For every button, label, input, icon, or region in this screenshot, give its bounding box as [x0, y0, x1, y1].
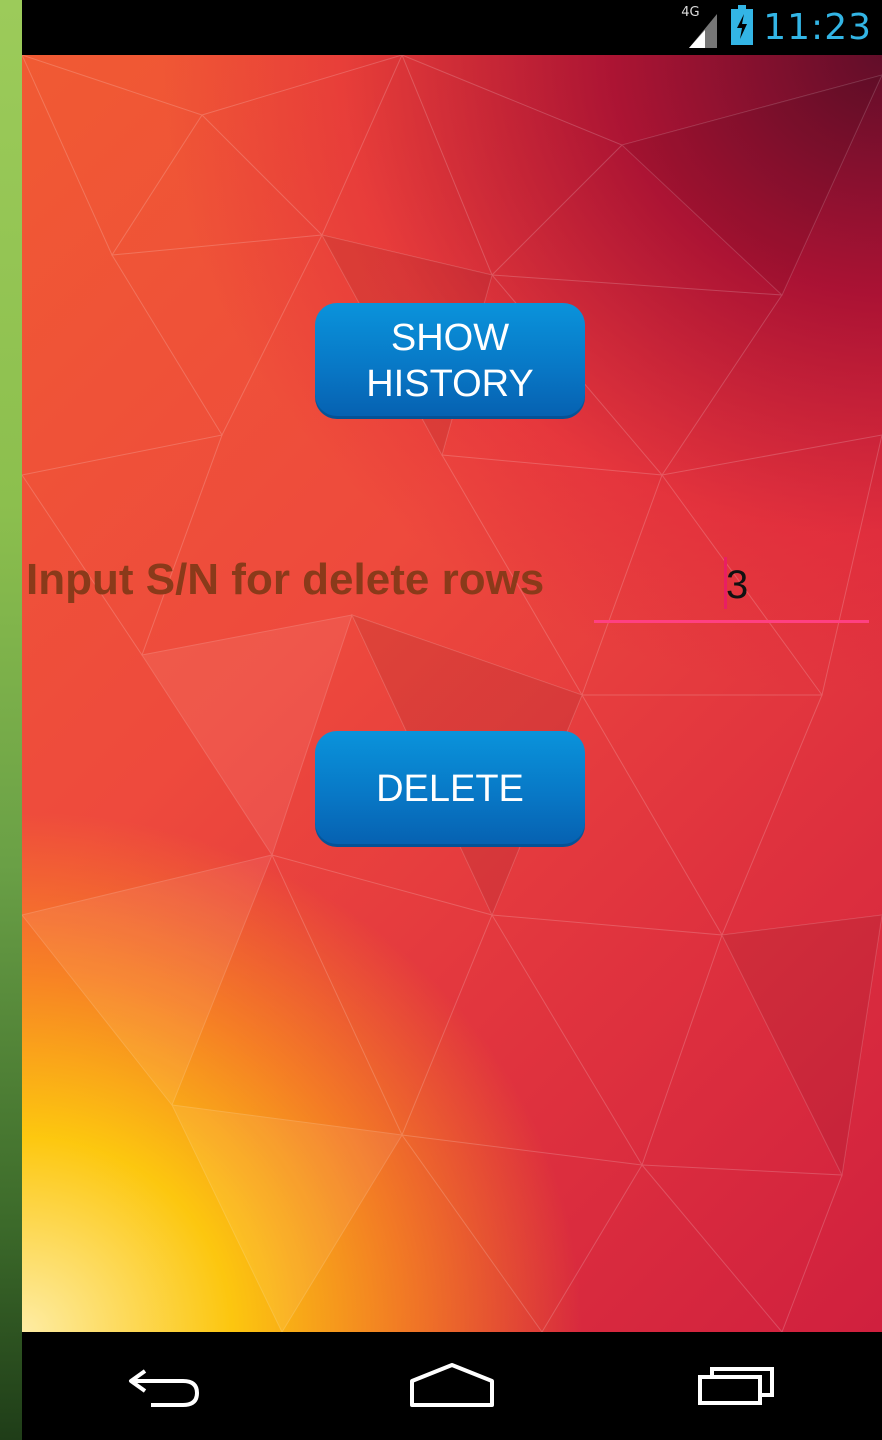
recent-apps-icon	[697, 1367, 774, 1405]
background-pattern	[22, 55, 882, 1332]
signal-icon: 4G	[681, 4, 721, 48]
status-bar: 4G 11:23	[22, 0, 882, 55]
delete-button[interactable]: DELETE	[315, 731, 585, 847]
sn-input-value: 3	[726, 563, 749, 607]
sn-input[interactable]: 3	[594, 545, 869, 625]
clock: 11:23	[763, 7, 872, 48]
delete-rows-label: Input S/N for delete rows	[26, 555, 545, 604]
back-icon	[129, 1369, 200, 1407]
main-content: SHOW HISTORY Input S/N for delete rows 3…	[22, 55, 882, 1332]
home-icon	[409, 1363, 494, 1407]
home-button[interactable]	[392, 1351, 512, 1421]
back-button[interactable]	[105, 1351, 225, 1421]
left-edge-strip	[0, 0, 22, 1440]
show-history-button[interactable]: SHOW HISTORY	[315, 303, 585, 419]
navigation-bar	[22, 1332, 882, 1440]
status-icons: 4G 11:23	[681, 0, 872, 55]
network-type-label: 4G	[681, 4, 700, 20]
recent-apps-button[interactable]	[679, 1351, 799, 1421]
input-underline	[594, 620, 869, 623]
battery-charging-icon	[731, 5, 754, 50]
